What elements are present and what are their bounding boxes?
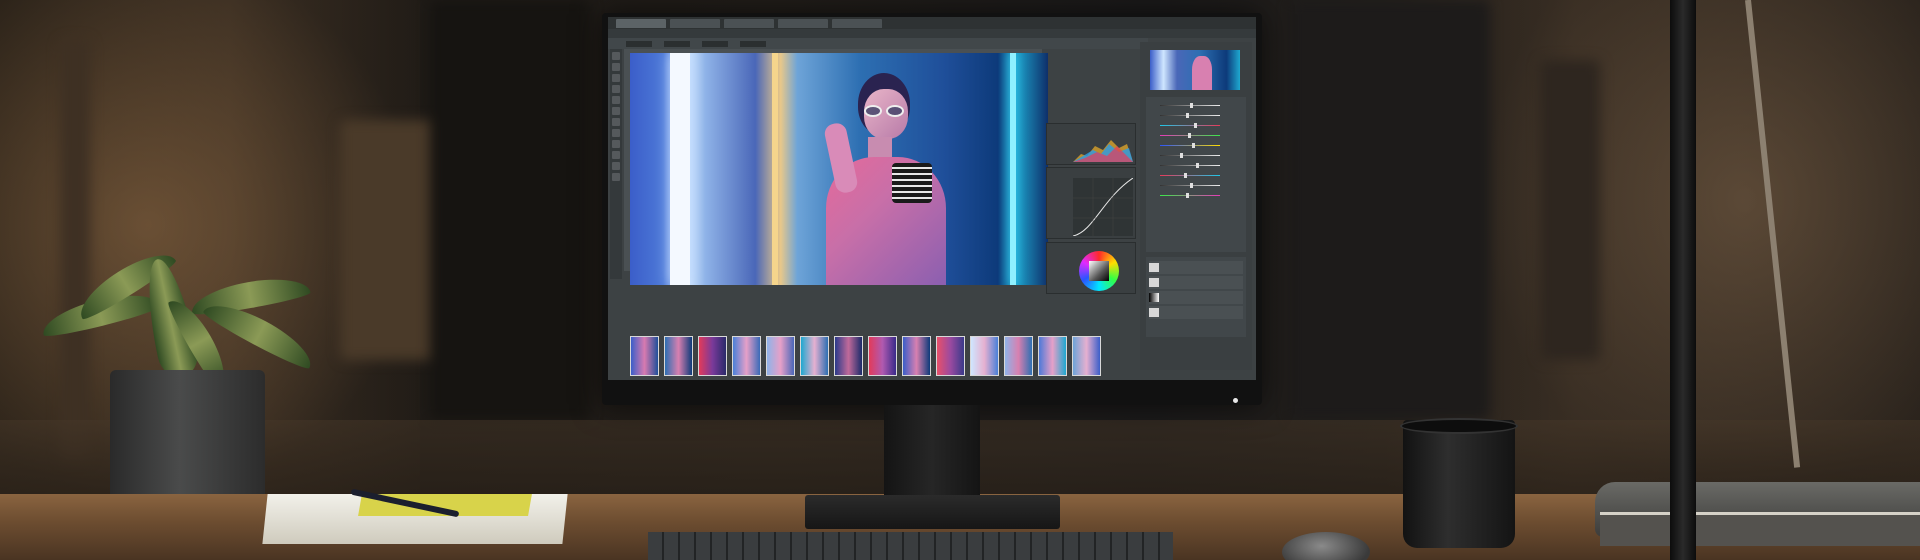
filmstrip-thumbnail[interactable] bbox=[766, 336, 795, 376]
color-wheel-icon[interactable] bbox=[1079, 251, 1119, 291]
layer-item[interactable] bbox=[1149, 261, 1243, 274]
document-tab[interactable] bbox=[832, 19, 882, 28]
zoom-tool-icon[interactable] bbox=[612, 173, 620, 181]
pen-tool-icon[interactable] bbox=[612, 151, 620, 159]
monitor-stand-base bbox=[805, 495, 1060, 529]
mug-rim bbox=[1400, 418, 1518, 434]
brush-tool-icon[interactable] bbox=[612, 107, 620, 115]
background-bookshelf bbox=[1540, 60, 1600, 360]
text-tool-icon[interactable] bbox=[612, 140, 620, 148]
monitor-screen bbox=[608, 17, 1256, 380]
mug-icon bbox=[1403, 420, 1515, 548]
panel-title bbox=[1047, 124, 1135, 126]
option-field[interactable] bbox=[626, 40, 652, 47]
adjustment-slider[interactable] bbox=[1150, 182, 1242, 189]
color-panel[interactable] bbox=[1046, 242, 1136, 294]
menu-bar bbox=[608, 29, 1256, 38]
layer-thumbnail bbox=[1149, 293, 1159, 302]
neon-light-right bbox=[1010, 53, 1016, 285]
curves-panel[interactable] bbox=[1046, 167, 1136, 239]
layer-item[interactable] bbox=[1149, 306, 1243, 319]
filmstrip-thumbnail[interactable] bbox=[664, 336, 693, 376]
filmstrip-thumbnail[interactable] bbox=[630, 336, 659, 376]
document-tab[interactable] bbox=[670, 19, 720, 28]
hand-tool-icon[interactable] bbox=[612, 162, 620, 170]
layers-panel bbox=[1146, 257, 1246, 337]
background-doorway bbox=[60, 40, 90, 460]
right-panels bbox=[1140, 42, 1252, 370]
adjustments-panel bbox=[1146, 97, 1246, 252]
layer-thumbnail bbox=[1149, 308, 1159, 317]
filmstrip-thumbnail[interactable] bbox=[1004, 336, 1033, 376]
navigator-preview[interactable] bbox=[1150, 50, 1240, 90]
neon-light-yellow bbox=[772, 53, 778, 285]
lasso-tool-icon[interactable] bbox=[612, 74, 620, 82]
panel-title bbox=[1146, 257, 1246, 259]
background-wall-right bbox=[1290, 0, 1490, 420]
layer-item[interactable] bbox=[1149, 291, 1243, 304]
gradient-tool-icon[interactable] bbox=[612, 129, 620, 137]
layer-thumbnail bbox=[1149, 278, 1159, 287]
move-tool-icon[interactable] bbox=[612, 52, 620, 60]
adjustment-slider[interactable] bbox=[1150, 142, 1242, 149]
adjustment-slider[interactable] bbox=[1150, 192, 1242, 199]
panel-title bbox=[1047, 168, 1135, 170]
eraser-tool-icon[interactable] bbox=[612, 118, 620, 126]
layer-thumbnail bbox=[1149, 263, 1159, 272]
filmstrip-thumbnail[interactable] bbox=[698, 336, 727, 376]
histogram-panel[interactable] bbox=[1046, 123, 1136, 165]
foreground-pillar bbox=[1670, 0, 1696, 560]
tools-panel bbox=[610, 49, 622, 279]
adjustment-slider[interactable] bbox=[1150, 112, 1242, 119]
option-field[interactable] bbox=[664, 40, 690, 47]
crop-tool-icon[interactable] bbox=[612, 85, 620, 93]
filmstrip-thumbnail[interactable] bbox=[800, 336, 829, 376]
adjustment-slider[interactable] bbox=[1150, 122, 1242, 129]
filmstrip-thumbnail[interactable] bbox=[1072, 336, 1101, 376]
power-led-icon bbox=[1233, 398, 1238, 403]
office-desk-scene bbox=[0, 0, 1920, 560]
adjustment-slider[interactable] bbox=[1150, 152, 1242, 159]
background-wall-dark bbox=[430, 0, 590, 420]
filmstrip-thumbnail[interactable] bbox=[970, 336, 999, 376]
panel-title bbox=[1047, 243, 1135, 245]
book-stack bbox=[1600, 512, 1920, 546]
neon-light-left bbox=[670, 53, 690, 285]
adjustment-slider[interactable] bbox=[1150, 162, 1242, 169]
document-tab[interactable] bbox=[724, 19, 774, 28]
adjustment-slider[interactable] bbox=[1150, 132, 1242, 139]
document-tab[interactable] bbox=[616, 19, 666, 28]
option-field[interactable] bbox=[740, 40, 766, 47]
marquee-tool-icon[interactable] bbox=[612, 63, 620, 71]
histogram-chart bbox=[1073, 140, 1133, 162]
eyedropper-tool-icon[interactable] bbox=[612, 96, 620, 104]
document-tab-bar bbox=[608, 17, 1256, 29]
edited-photo[interactable] bbox=[630, 53, 1048, 285]
adjustment-slider[interactable] bbox=[1150, 102, 1242, 109]
monitor-stand bbox=[884, 405, 980, 497]
filmstrip-thumbnail[interactable] bbox=[1038, 336, 1067, 376]
layer-item[interactable] bbox=[1149, 276, 1243, 289]
tool-options-bar bbox=[608, 38, 1148, 49]
filmstrip-thumbnail[interactable] bbox=[732, 336, 761, 376]
curves-graph[interactable] bbox=[1073, 178, 1133, 236]
panel-title bbox=[1146, 97, 1246, 99]
plant-pot bbox=[110, 370, 265, 513]
filmstrip-thumbnail[interactable] bbox=[902, 336, 931, 376]
keyboard-icon bbox=[648, 532, 1173, 560]
filmstrip-thumbnail[interactable] bbox=[936, 336, 965, 376]
color-picker-square[interactable] bbox=[1089, 261, 1109, 281]
adjustment-slider[interactable] bbox=[1150, 172, 1242, 179]
filmstrip-thumbnail[interactable] bbox=[834, 336, 863, 376]
filmstrip-thumbnail[interactable] bbox=[868, 336, 897, 376]
option-field[interactable] bbox=[702, 40, 728, 47]
filmstrip bbox=[630, 336, 1140, 376]
document-tab[interactable] bbox=[778, 19, 828, 28]
